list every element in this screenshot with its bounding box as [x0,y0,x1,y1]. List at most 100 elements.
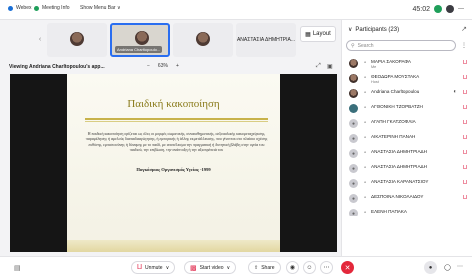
participants-search-input[interactable]: ⚲ Search [346,40,456,51]
microphone-icon: ⚬ [363,210,368,216]
microphone-icon: ⚬ [363,90,368,96]
shared-content-stage[interactable]: Παιδική κακοποίηση Η παιδική κακοποίηση … [10,74,337,252]
participant-row[interactable]: ● ⚬ ΑΝΑΣΤΑΣΙΑ ΚΑΡΑΝΑΤΣΙΟΥ ⨿ [342,176,472,191]
microphone-icon: ⚬ [363,60,368,66]
avatar: ● [349,179,358,188]
muted-mic-icon[interactable]: ⨿ [463,135,467,142]
start-video-label: Start video [199,264,224,271]
participant-name: ΑΝΑΣΤΑΣΙΑ ΔΗΜΗΤΡΙΑΔΗ [371,164,427,169]
webex-menu[interactable]: Webex [8,5,31,11]
zoom-in-button[interactable]: + [176,63,179,69]
muted-mic-icon[interactable]: ⨿ [463,60,467,67]
meeting-toolbar: ▤ ⨿ Unmute ∨ ▩ Start video ∨ ⇧ Share ◉ ☺… [0,256,472,277]
participant-role: Me [371,65,377,69]
video-thumbnail[interactable] [173,23,233,57]
participant-row[interactable]: ● ⚬ ΕΛΕΝΗ ΠΑΠΑΚΑ [342,206,472,216]
share-bar: Viewing Andriana Charltopoulou's app... … [0,60,340,74]
more-button[interactable]: ⋯ [320,261,333,274]
avatar: ● [349,209,358,216]
participant-name: ΕΛΕΝΗ ΠΑΠΑΚΑ [371,209,407,214]
participant-name: ΔΕΣΠΟΙΝΑ ΝΙΚΟΛΑΙΔΟΥ [371,194,424,199]
top-bar: Webex Meeting Info Show Menu Bar ∨ 45:02… [0,0,472,20]
muted-mic-icon[interactable]: ⨿ [463,195,467,202]
muted-mic-icon: ⨿ [137,263,143,271]
slide-divider [85,118,268,120]
strip-prev-icon[interactable]: ‹ [36,36,44,44]
participants-toggle-button[interactable]: ● [424,261,437,274]
participants-panel: ∨ Participants (23) ↗ ⚲ Search ⋮ ⚬ ΜΑΡΙΑ… [341,20,472,256]
participant-video [196,32,210,46]
unmute-button[interactable]: ⨿ Unmute ∨ [131,261,176,274]
participant-name: ΑΝΑΣΤΑΣΙΑ ΚΑΡΑΝΑΤΣΙΟΥ [371,179,429,184]
participants-list: ⚬ ΜΑΡΙΑ ΣΑΚΟΡΑΦΑ Me ⨿ ⚬ ΘΕΟΔΩΡΑ ΜΟΥΣΤΑΚΑ… [342,56,472,216]
zoom-controls: − 63% + [147,63,179,69]
microphone-icon: ⚬ [363,195,368,201]
video-off-icon: ▩ [190,264,197,272]
zoom-level[interactable]: 63% [158,63,168,69]
participant-row[interactable]: ⚬ ΜΑΡΙΑ ΣΑΚΟΡΑΦΑ Me ⨿ [342,56,472,71]
chevron-down-icon: ∨ [348,27,353,33]
caption-icon[interactable]: ▤ [14,264,21,272]
show-menu-bar-label: Show Menu Bar ∨ [80,5,121,11]
share-button[interactable]: ⇧ Share [248,261,281,274]
participant-name: ΑΓΘΟΝΙΚΗ ΤΖΟΡΒΑΤΖΗ [371,104,423,109]
participant-row[interactable]: ● ⚬ ΑΝΑΣΤΑΣΙΑ ΔΗΜΗΤΡΙΑΔΗ ⨿ [342,146,472,161]
search-icon: ⚲ [351,42,355,49]
participants-header[interactable]: ∨ Participants (23) [348,26,399,34]
microphone-icon: ⚬ [363,75,368,81]
zoom-out-button[interactable]: − [147,63,150,69]
participant-name: ΑΝΑΣΤΑΣΙΑ ΔΗΜΗΤΡΙΑΔΗ [371,149,427,154]
more-icon: ⋯ [323,265,330,271]
fullscreen-icon[interactable]: ▣ [327,63,333,70]
video-strip: ‹ Andriana Charltopoulo... ΑΝΑΣΤΑΣΙΑ ΔΗΜ… [0,20,340,60]
muted-mic-icon[interactable]: ⨿ [463,150,467,157]
muted-mic-icon[interactable]: ⨿ [463,120,467,127]
slide-body: Η παιδική κακοποίηση ορίζεται ως όλες οι… [85,132,268,153]
more-options-icon[interactable]: ⋮ [461,42,467,49]
network-icon[interactable] [434,5,442,13]
webex-logo-icon [8,5,13,11]
avatar: ● [349,194,358,203]
shield-icon [34,5,39,11]
start-video-button[interactable]: ▩ Start video ∨ [184,261,237,274]
participant-row[interactable]: ● ⚬ ΑΝΑΣΤΑΣΙΑ ΔΗΜΗΤΡΙΑΔΗ ⨿ [342,161,472,176]
expand-icon[interactable]: ⤢ [316,63,321,70]
settings-icon[interactable] [446,5,454,13]
video-thumbnail[interactable] [47,23,107,57]
participant-row[interactable]: ● ⚬ ΔΕΣΠΟΙΝΑ ΝΙΚΟΛΑΙΔΟΥ ⨿ [342,191,472,206]
participant-row[interactable]: ⚬ ΑΓΘΟΝΙΚΗ ΤΖΟΡΒΑΤΖΗ ⨿ [342,101,472,116]
muted-mic-icon[interactable]: ⨿ [463,90,467,97]
top-right-controls: 45:02 — [412,5,464,13]
show-menu-bar-button[interactable]: Show Menu Bar ∨ [80,5,121,11]
participant-row[interactable]: ● ⚬ ΑΓΑΠΗ ΓΚΑΤΖΟΦΛΙΑ ⨿ [342,116,472,131]
avatar [349,89,358,98]
muted-mic-icon[interactable]: ⨿ [463,75,467,82]
leave-meeting-button[interactable]: ✕ [341,261,354,274]
video-thumbnail[interactable]: ΑΝΑΣΤΑΣΙΑ ΔΗΜΗΤΡΙΑ... [236,23,296,57]
record-button[interactable]: ◉ [286,261,299,274]
popout-icon[interactable]: ↗ [461,25,467,33]
muted-mic-icon[interactable]: ⨿ [463,105,467,112]
unmute-label: Unmute [145,264,163,271]
layout-button[interactable]: ▦ Layout [300,26,336,42]
reactions-button[interactable]: ☺ [303,261,316,274]
meeting-info-button[interactable]: Meeting Info [34,5,70,11]
participant-row[interactable]: ⚬ ΘΕΟΔΩΡΑ ΜΟΥΣΤΑΚΑ Host ⨿ [342,71,472,86]
muted-mic-icon[interactable]: ⨿ [463,180,467,187]
layout-icon: ▦ [305,31,311,38]
avatar: ● [349,164,358,173]
video-thumbnail-active[interactable]: Andriana Charltopoulo... [110,23,170,57]
participant-row[interactable]: ⚬ Andriana Charltopoulou ◐ ⨿ [342,86,472,101]
chat-button[interactable]: ◯ [441,261,454,274]
muted-mic-icon[interactable]: ⨿ [463,165,467,172]
people-icon: ● [428,264,433,271]
minimize-icon[interactable]: — [458,6,464,12]
layout-label: Layout [312,31,331,37]
avatar: ● [349,149,358,158]
more-options-icon[interactable]: ⋯ [457,263,463,270]
share-icon: ⇧ [254,264,259,271]
avatar [349,59,358,68]
chevron-down-icon: ∨ [165,264,170,271]
participant-row[interactable]: ● ⚬ ΑΙΚΑΤΕΡΙΝΗ ΠΑΝΑΗ ⨿ [342,131,472,146]
participant-name: Andriana Charltopoulou [371,89,420,94]
